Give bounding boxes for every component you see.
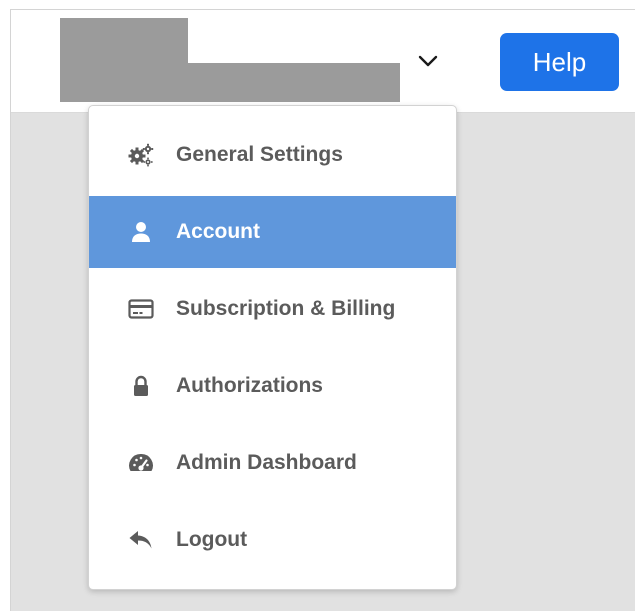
account-menu-toggle[interactable] (405, 46, 451, 80)
menu-item-admin-dashboard[interactable]: Admin Dashboard (89, 427, 456, 499)
account-dropdown-menu: General Settings Account Subscription & … (88, 105, 457, 590)
menu-item-label: Logout (176, 528, 248, 551)
speedometer-icon (126, 448, 156, 478)
menu-item-label: General Settings (176, 143, 343, 166)
chevron-down-icon (417, 54, 439, 73)
menu-item-label: Subscription & Billing (176, 297, 396, 320)
user-icon (126, 217, 156, 247)
menu-item-logout[interactable]: Logout (89, 504, 456, 576)
gears-icon (126, 140, 156, 170)
help-button[interactable]: Help (500, 33, 619, 91)
menu-item-general-settings[interactable]: General Settings (89, 119, 456, 191)
menu-item-label: Admin Dashboard (176, 451, 357, 474)
lock-icon (126, 371, 156, 401)
menu-item-label: Account (176, 220, 260, 243)
menu-item-label: Authorizations (176, 374, 323, 397)
menu-item-authorizations[interactable]: Authorizations (89, 350, 456, 422)
redacted-account-name-extension (60, 63, 400, 102)
menu-item-subscription-billing[interactable]: Subscription & Billing (89, 273, 456, 345)
credit-card-icon (126, 294, 156, 324)
reply-arrow-icon (126, 525, 156, 555)
page: Help General Settings Account Subscripti… (0, 0, 635, 611)
menu-item-account[interactable]: Account (89, 196, 456, 268)
